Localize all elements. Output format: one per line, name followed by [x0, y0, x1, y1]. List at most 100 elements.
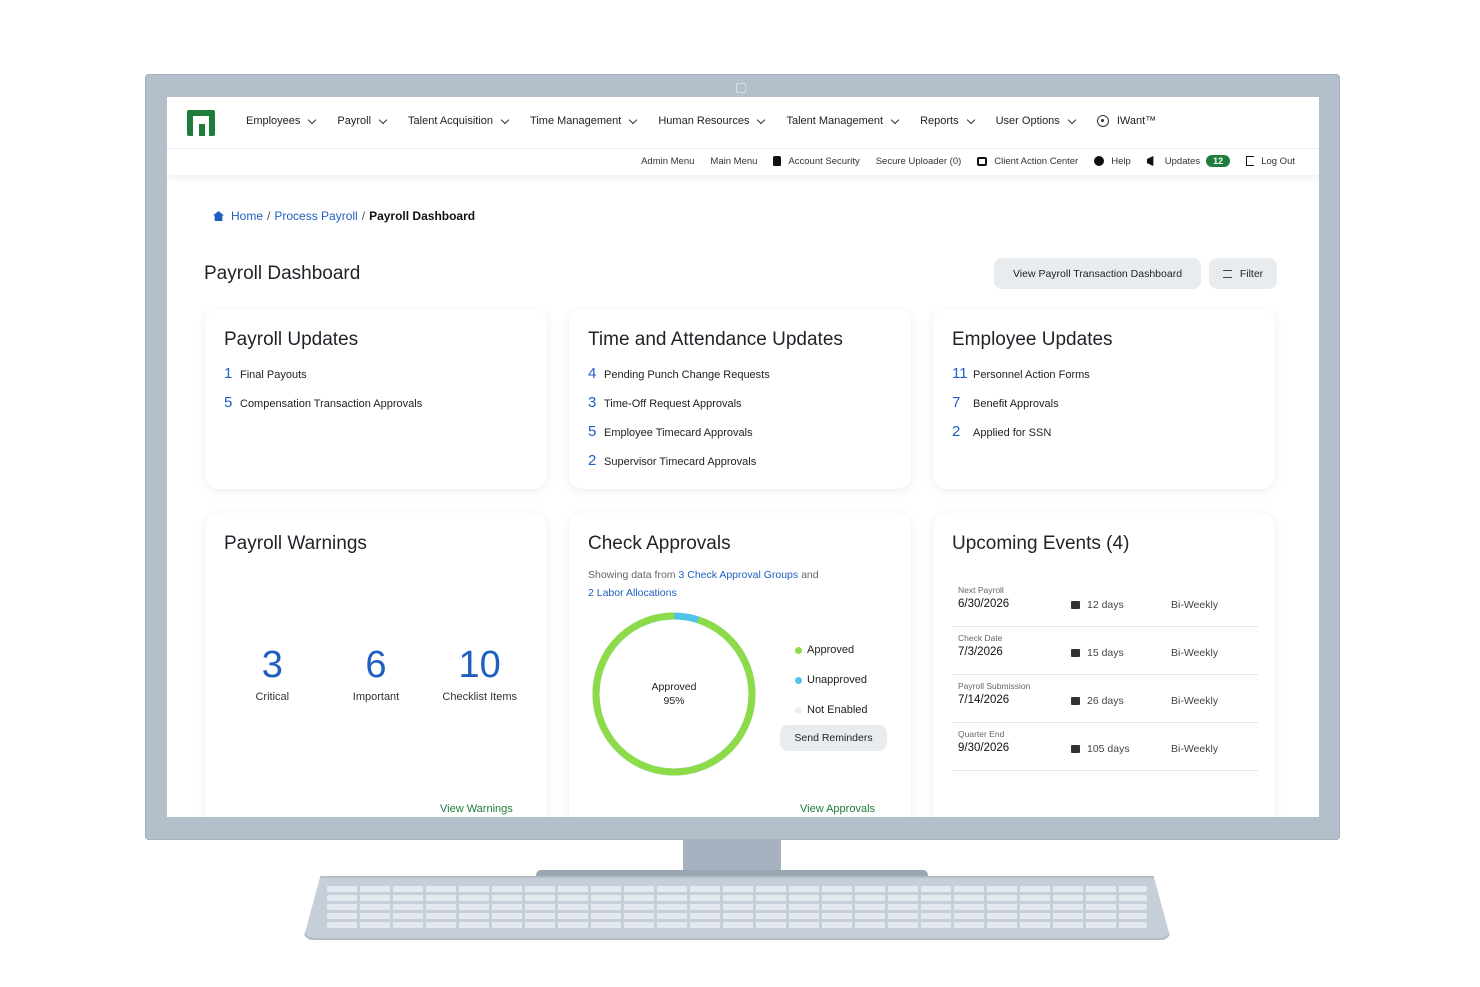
list-item[interactable]: 3 Time-Off Request Approvals: [588, 394, 770, 423]
event-days: 12 days: [1087, 599, 1124, 611]
time-attendance-updates-card: Time and Attendance Updates 4 Pending Pun…: [569, 309, 911, 489]
count-value: 11: [952, 365, 968, 382]
list-item[interactable]: 2 Supervisor Timecard Approvals: [588, 452, 770, 481]
donut-approved-arc: [592, 612, 756, 776]
view-warnings-link[interactable]: View Warnings: [440, 803, 513, 815]
help-icon: [1094, 156, 1105, 166]
employee-updates-card: Employee Updates 11 Personnel Action Form…: [933, 309, 1275, 489]
chevron-down-icon: [500, 115, 510, 124]
upcoming-events-card: Upcoming Events (4) Next Payroll 6/30/20…: [933, 513, 1275, 817]
calendar-icon: [1071, 649, 1080, 657]
nav-talent-acquisition[interactable]: Talent Acquisition: [408, 115, 510, 127]
warning-label: Checklist Items: [442, 691, 517, 703]
home-icon[interactable]: [213, 211, 224, 221]
count-value: 7: [952, 394, 961, 411]
donut-label: Approved: [652, 681, 697, 693]
warning-critical[interactable]: 3 Critical: [205, 643, 340, 703]
count-label: Applied for SSN: [973, 427, 1052, 439]
list-item[interactable]: 4 Pending Punch Change Requests: [588, 365, 770, 394]
filter-icon: [1222, 269, 1232, 278]
monitor-frame: Employees Payroll Talent Acquisition Tim…: [145, 74, 1340, 840]
breadcrumb-separator: /: [361, 209, 366, 223]
warning-important[interactable]: 6 Important: [340, 643, 413, 703]
event-row[interactable]: Check Date 7/3/2026 15 days Bi-Weekly: [952, 627, 1258, 675]
event-name: Payroll Submission: [958, 681, 1031, 691]
keyboard-row: [327, 886, 1147, 892]
calendar-icon: [1071, 745, 1080, 753]
log-out-icon: [1246, 156, 1255, 166]
donut-percent: 95%: [663, 695, 684, 707]
nav-time-management[interactable]: Time Management: [530, 115, 638, 127]
count-value: 2: [952, 423, 961, 440]
event-date: 7/14/2026: [958, 694, 1010, 706]
nav-employees[interactable]: Employees: [246, 115, 317, 127]
updates-link[interactable]: Updates 12: [1146, 155, 1231, 167]
view-transaction-dashboard-button[interactable]: View Payroll Transaction Dashboard: [994, 258, 1201, 289]
warning-count: 6: [365, 644, 387, 686]
warning-count: 10: [458, 644, 501, 686]
paycom-logo-icon[interactable]: [187, 110, 215, 136]
approval-donut-chart: Approved 95%: [592, 612, 756, 776]
admin-menu-link[interactable]: Admin Menu: [641, 156, 694, 167]
list-item[interactable]: 1 Final Payouts: [224, 365, 422, 394]
breadcrumb: Home / Process Payroll / Payroll Dashboa…: [213, 209, 475, 223]
list-item[interactable]: 11 Personnel Action Forms: [952, 365, 1090, 394]
page-title: Payroll Dashboard: [204, 263, 361, 284]
nav-payroll[interactable]: Payroll: [337, 115, 388, 127]
event-frequency: Bi-Weekly: [1171, 743, 1219, 755]
list-item[interactable]: 5 Compensation Transaction Approvals: [224, 394, 422, 423]
chevron-down-icon: [629, 115, 638, 124]
secure-uploader-link[interactable]: Secure Uploader (0): [876, 156, 962, 167]
count-label: Time-Off Request Approvals: [604, 398, 742, 410]
count-label: Employee Timecard Approvals: [604, 427, 753, 439]
filter-button[interactable]: Filter: [1209, 258, 1277, 289]
list-item[interactable]: 7 Benefit Approvals: [952, 394, 1090, 423]
breadcrumb-home[interactable]: Home: [231, 209, 263, 223]
card-title: Payroll Updates: [224, 329, 359, 350]
nav-human-resources[interactable]: Human Resources: [658, 115, 766, 127]
log-out-link[interactable]: Log Out: [1246, 156, 1295, 167]
legend-approved: Approved: [795, 635, 868, 665]
count-label: Pending Punch Change Requests: [604, 369, 770, 381]
client-action-center-link[interactable]: Client Action Center: [977, 156, 1078, 167]
chevron-down-icon: [308, 115, 317, 124]
keyboard-row: [327, 904, 1147, 910]
event-date: 7/3/2026: [958, 646, 1003, 658]
legend-dot: [795, 706, 802, 714]
account-security-link[interactable]: Account Security: [773, 156, 860, 167]
events-list: Next Payroll 6/30/2026 12 days Bi-Weekly…: [952, 579, 1258, 771]
lock-icon: [773, 156, 782, 166]
list-item[interactable]: 2 Applied for SSN: [952, 423, 1090, 452]
nav-talent-management[interactable]: Talent Management: [786, 115, 900, 127]
warning-checklist[interactable]: 10 Checklist Items: [412, 643, 547, 703]
nav-iwant[interactable]: IWant™: [1096, 115, 1156, 127]
count-value: 5: [588, 423, 597, 440]
event-days: 26 days: [1087, 695, 1124, 707]
breadcrumb-current: Payroll Dashboard: [369, 209, 476, 223]
chevron-down-icon: [966, 115, 975, 124]
monitor-stand-neck: [683, 840, 781, 874]
event-row[interactable]: Payroll Submission 7/14/2026 26 days Bi-…: [952, 675, 1258, 723]
event-row[interactable]: Next Payroll 6/30/2026 12 days Bi-Weekly: [952, 579, 1258, 627]
send-reminders-button[interactable]: Send Reminders: [780, 725, 887, 751]
labor-allocations-link[interactable]: 2 Labor Allocations: [588, 587, 677, 599]
view-approvals-link[interactable]: View Approvals: [800, 803, 875, 815]
main-menu-link[interactable]: Main Menu: [710, 156, 757, 167]
nav-reports[interactable]: Reports: [920, 115, 975, 127]
legend-dot: [795, 676, 802, 684]
chevron-down-icon: [378, 115, 388, 124]
event-row[interactable]: Quarter End 9/30/2026 105 days Bi-Weekly: [952, 723, 1258, 771]
event-days: 15 days: [1087, 647, 1124, 659]
help-link[interactable]: Help: [1094, 156, 1131, 167]
event-date: 6/30/2026: [958, 598, 1010, 610]
event-frequency: Bi-Weekly: [1171, 695, 1219, 707]
list-item[interactable]: 5 Employee Timecard Approvals: [588, 423, 770, 452]
utility-bar: Admin Menu Main Menu Account Security Se…: [167, 149, 1319, 175]
breadcrumb-process-payroll[interactable]: Process Payroll: [274, 209, 357, 223]
screen: Employees Payroll Talent Acquisition Tim…: [167, 97, 1319, 817]
count-label: Personnel Action Forms: [973, 369, 1090, 381]
approval-groups-link[interactable]: 3 Check Approval Groups: [678, 569, 798, 581]
monitor-icon: [977, 156, 988, 166]
nav-user-options[interactable]: User Options: [996, 115, 1077, 127]
count-value: 2: [588, 452, 597, 469]
